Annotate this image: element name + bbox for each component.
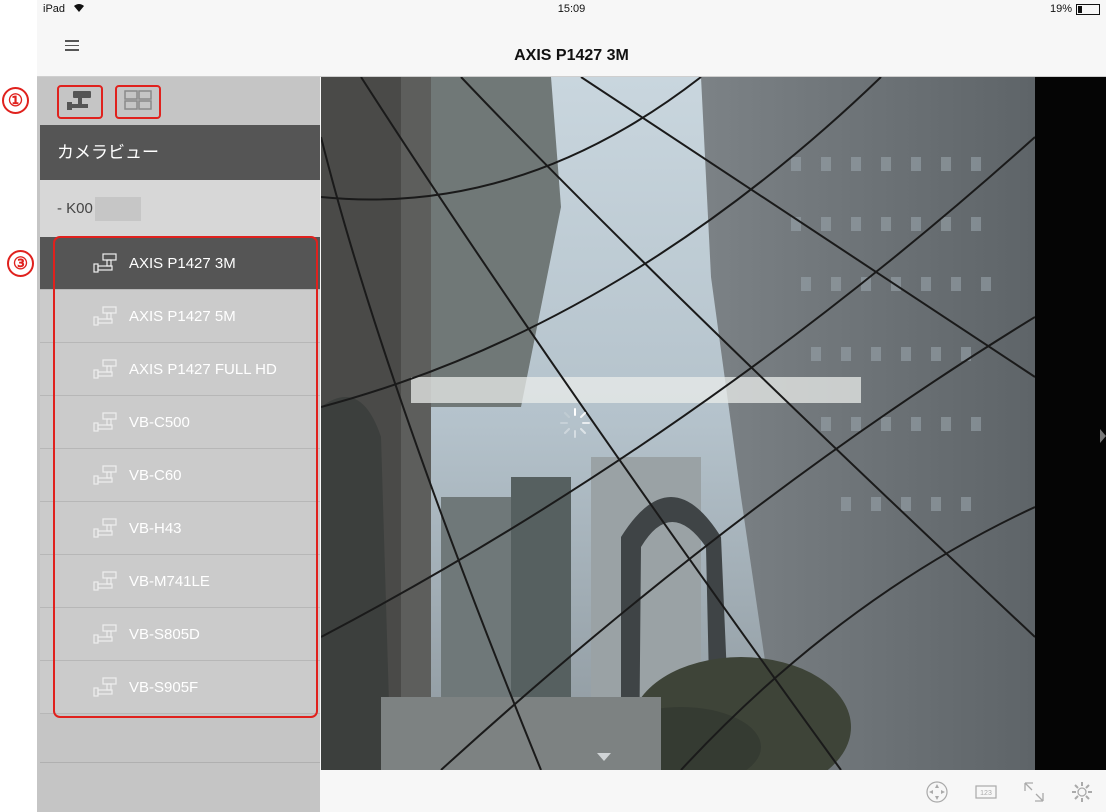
camera-view-button[interactable] bbox=[57, 85, 103, 119]
redacted-text bbox=[94, 197, 141, 222]
svg-text:123: 123 bbox=[980, 790, 992, 797]
camera-live-view[interactable] bbox=[321, 77, 1035, 770]
chevron-right-icon[interactable] bbox=[1100, 429, 1106, 443]
camera-view-header: カメラビュー bbox=[40, 125, 320, 180]
status-time: 15:09 bbox=[557, 3, 586, 15]
navigation-bar: AXIS P1427 3M bbox=[37, 20, 1106, 77]
ptz-icon[interactable] bbox=[925, 780, 949, 804]
camera-icon bbox=[64, 88, 96, 117]
page-title: AXIS P1427 3M bbox=[514, 47, 629, 64]
bottom-toolbar: 123 bbox=[321, 770, 1106, 812]
zoom-icon[interactable] bbox=[1022, 780, 1046, 804]
annotation-1: ① bbox=[2, 87, 29, 114]
numeric-keypad-icon[interactable]: 123 bbox=[974, 780, 998, 804]
video-frame bbox=[321, 77, 1035, 770]
battery-icon bbox=[1076, 3, 1100, 15]
battery-indicator: 19% bbox=[1050, 3, 1100, 15]
grid-view-button[interactable] bbox=[115, 85, 161, 119]
grid-icon bbox=[123, 89, 153, 116]
divider bbox=[40, 762, 320, 763]
side-panel-toggle-area bbox=[1035, 77, 1106, 770]
annotation-3: ③ bbox=[7, 250, 34, 277]
camera-group[interactable]: - K00 bbox=[40, 180, 320, 237]
camera-group-label: - K00 bbox=[57, 200, 93, 217]
battery-percent: 19% bbox=[1049, 3, 1072, 15]
status-bar: iPad 15:09 19% bbox=[37, 0, 1106, 20]
gear-icon[interactable] bbox=[1070, 780, 1094, 804]
camera-list-highlight bbox=[53, 236, 318, 718]
sidebar-toolbar bbox=[37, 77, 320, 125]
